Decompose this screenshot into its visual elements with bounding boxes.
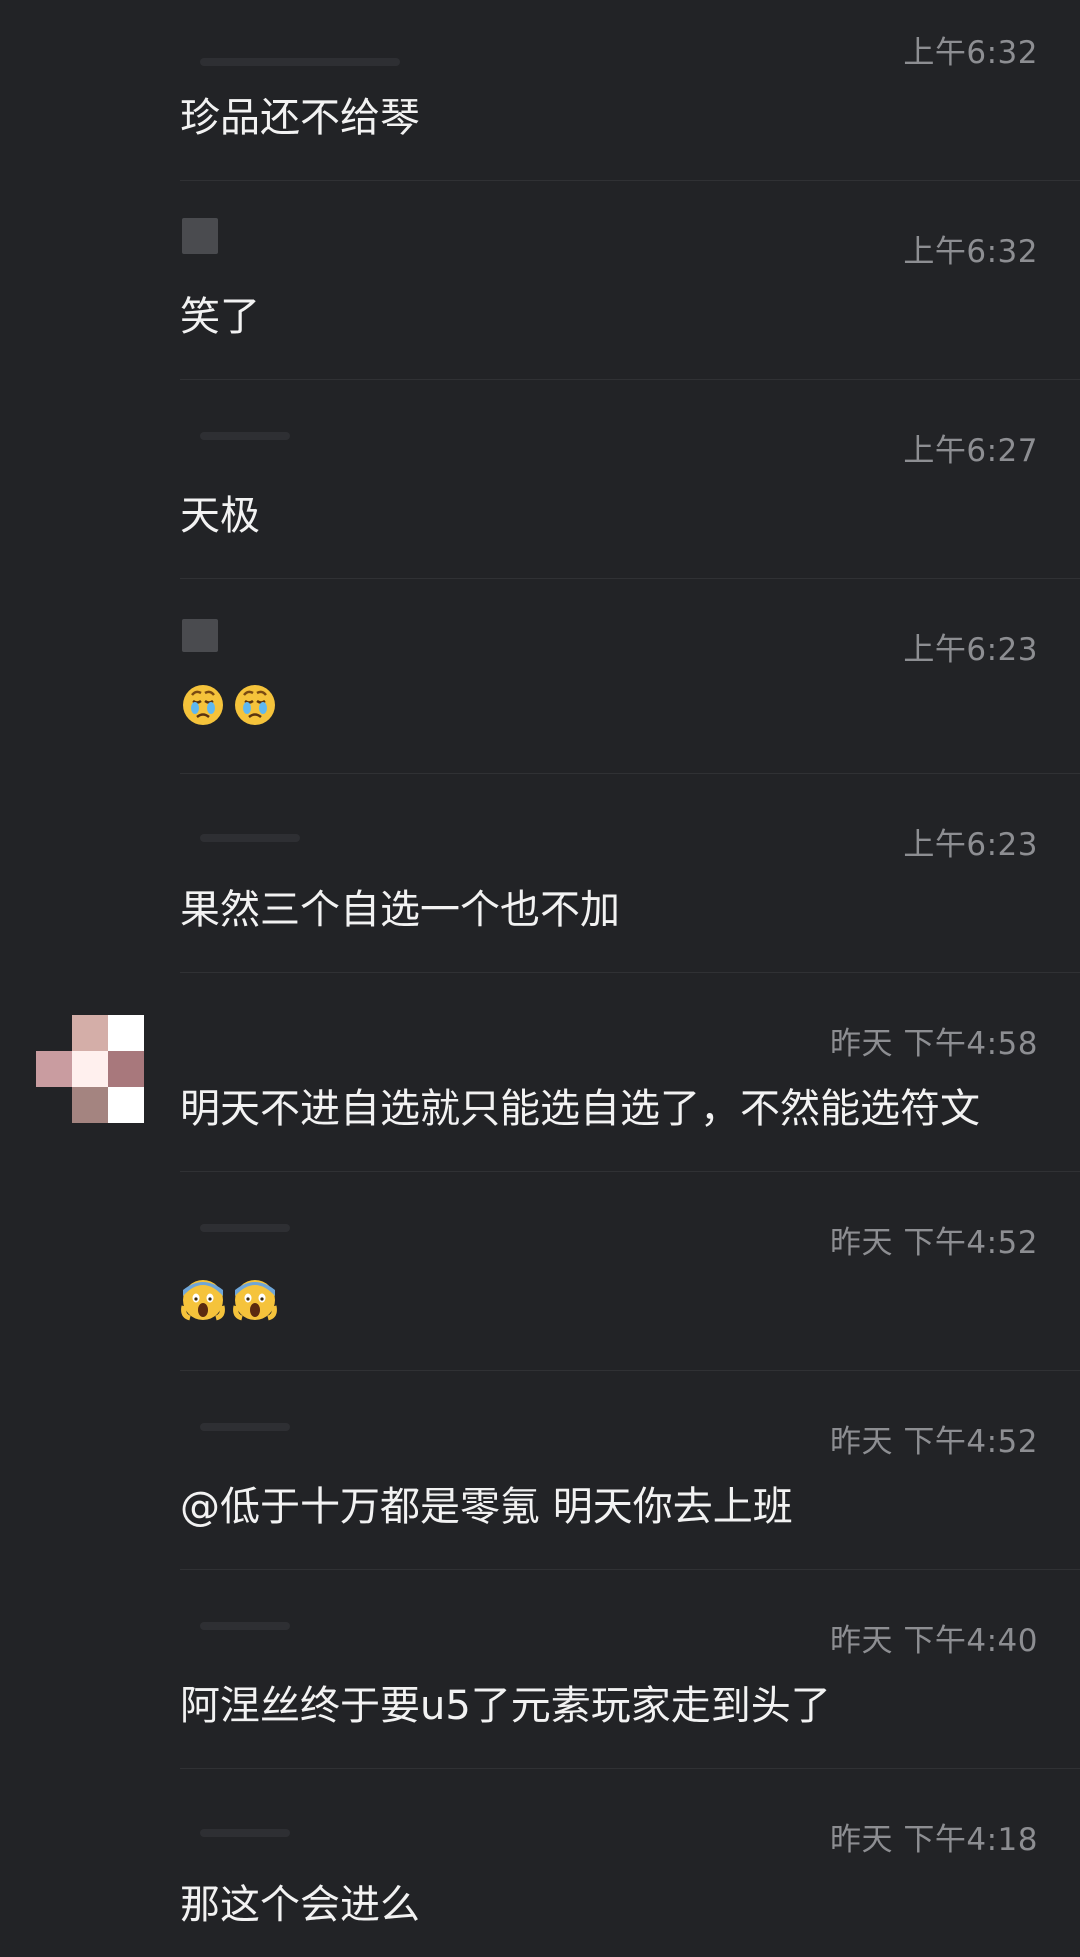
message-timestamp: 昨天 下午4:18 <box>830 1822 1038 1858</box>
message-text: 明天不进自选就只能选自选了，不然能选符文 <box>180 1086 980 1132</box>
message-text: 阿涅丝终于要u5了元素玩家走到头了 <box>180 1683 831 1729</box>
message-item[interactable]: 上午6:32 笑了 <box>0 181 1080 380</box>
message-timestamp: 昨天 下午4:52 <box>830 1424 1038 1460</box>
chat-list: 上午6:32 珍品还不给琴 上午6:32 笑了 上午6:27 天极 上午6:23 <box>0 0 1080 1957</box>
message-text: @低于十万都是零氪 明天你去上班 <box>180 1484 793 1530</box>
message-emoji-row <box>180 679 284 727</box>
message-timestamp: 上午6:27 <box>903 433 1038 469</box>
message-item[interactable]: 上午6:23 <box>0 579 1080 773</box>
message-item[interactable]: 上午6:32 珍品还不给琴 <box>0 0 1080 180</box>
message-text: 笑了 <box>180 294 260 340</box>
message-text: 天极 <box>180 493 260 539</box>
message-timestamp: 昨天 下午4:40 <box>830 1623 1038 1659</box>
sender-name-blurred <box>200 834 300 842</box>
message-emoji-row <box>180 1274 284 1322</box>
message-timestamp: 上午6:32 <box>903 35 1038 71</box>
sender-name-blurred <box>182 218 218 254</box>
message-item[interactable]: 上午6:23 果然三个自选一个也不加 <box>0 774 1080 973</box>
sender-name-blurred <box>200 432 290 440</box>
sender-name-blurred <box>200 1829 290 1837</box>
message-text: 那这个会进么 <box>180 1882 420 1928</box>
message-item[interactable]: 昨天 下午4:52 @低于十万都是零氪 明天你去上班 <box>0 1371 1080 1570</box>
sender-name-blurred <box>200 1622 290 1630</box>
message-item[interactable]: 昨天 下午4:52 <box>0 1172 1080 1371</box>
message-text: 珍品还不给琴 <box>180 95 420 141</box>
message-timestamp: 上午6:23 <box>903 827 1038 863</box>
sender-name-blurred <box>200 58 400 66</box>
message-item[interactable]: 昨天 下午4:18 那这个会进么 <box>0 1769 1080 1957</box>
message-timestamp: 上午6:23 <box>903 632 1038 668</box>
sender-name-blurred <box>200 1423 290 1431</box>
sender-name-blurred <box>200 1224 290 1232</box>
message-item[interactable]: 昨天 下午4:58 明天不进自选就只能选自选了，不然能选符文 <box>0 973 1080 1172</box>
sender-name-blurred <box>182 619 218 652</box>
message-timestamp: 昨天 下午4:58 <box>830 1026 1038 1062</box>
message-text: 果然三个自选一个也不加 <box>180 887 620 933</box>
weary-crying-face-icon <box>232 681 278 727</box>
message-item[interactable]: 上午6:27 天极 <box>0 380 1080 579</box>
message-item[interactable]: 昨天 下午4:40 阿涅丝终于要u5了元素玩家走到头了 <box>0 1570 1080 1769</box>
weary-crying-face-icon <box>180 681 226 727</box>
message-timestamp: 上午6:32 <box>903 234 1038 270</box>
screaming-face-icon <box>180 1276 226 1322</box>
avatar[interactable] <box>36 1015 144 1123</box>
screaming-face-icon <box>232 1276 278 1322</box>
message-timestamp: 昨天 下午4:52 <box>830 1225 1038 1261</box>
